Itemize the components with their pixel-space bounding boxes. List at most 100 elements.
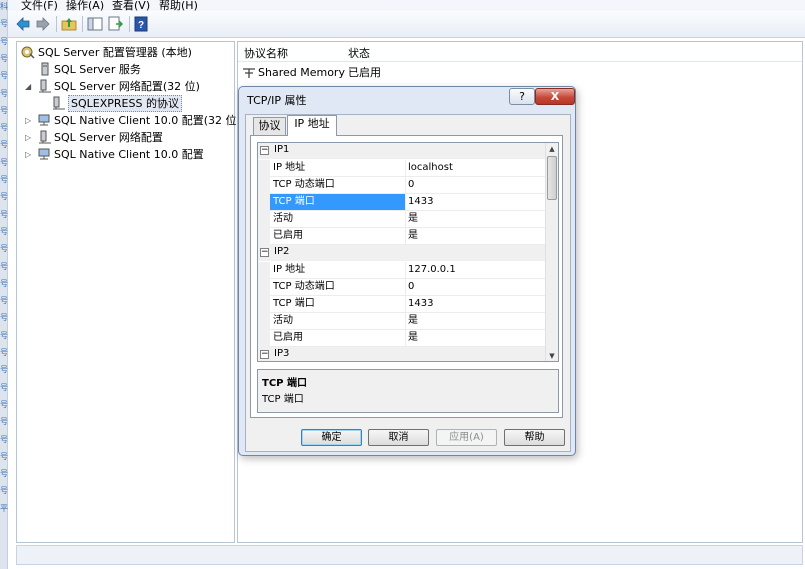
tab-ip-addresses[interactable]: IP 地址 bbox=[287, 115, 337, 136]
property-value[interactable]: 127.0.0.1 bbox=[408, 262, 547, 278]
show-hide-tree-icon[interactable] bbox=[87, 16, 103, 32]
up-folder-icon[interactable] bbox=[61, 16, 77, 32]
property-row[interactable]: 已启用是 bbox=[258, 228, 547, 245]
list-row[interactable]: Shared Memory 已启用 bbox=[238, 64, 802, 81]
menu-action[interactable]: 操作(A) bbox=[66, 0, 104, 11]
tree-item-native-client[interactable]: ▷ SQL Native Client 10.0 配置 bbox=[20, 146, 230, 163]
menu-help[interactable]: 帮助(H) bbox=[159, 0, 198, 11]
expand-triangle-icon[interactable]: ▷ bbox=[25, 112, 34, 129]
property-value[interactable]: 是 bbox=[408, 228, 547, 244]
column-header-status[interactable]: 状态 bbox=[348, 45, 370, 61]
desktop-edge-glyph: 号 bbox=[0, 417, 8, 427]
property-row[interactable]: 活动是 bbox=[258, 211, 547, 228]
tree-item-label: SQL Native Client 10.0 配置(32 位) bbox=[54, 114, 241, 127]
tree-item-label: SQLEXPRESS 的协议 bbox=[68, 95, 182, 112]
desktop-edge-glyph: 号 bbox=[0, 365, 8, 375]
desktop-edge-glyph: 号 bbox=[0, 123, 8, 133]
column-header-protocol-name[interactable]: 协议名称 bbox=[244, 45, 288, 61]
toolbar-separator bbox=[129, 16, 130, 32]
collapse-box-icon[interactable]: − bbox=[260, 350, 269, 359]
help-book-icon[interactable]: ? bbox=[133, 16, 149, 32]
property-value[interactable]: localhost bbox=[408, 160, 547, 176]
tab-protocol[interactable]: 协议 bbox=[253, 117, 286, 135]
desktop-edge-glyph: 号 bbox=[0, 244, 8, 254]
expand-triangle-icon[interactable]: ▷ bbox=[25, 129, 34, 146]
dialog-title: TCP/IP 属性 bbox=[247, 94, 307, 107]
category-row-ip3[interactable]: − IP3 bbox=[258, 347, 547, 361]
collapse-box-icon[interactable]: − bbox=[260, 248, 269, 257]
tree-item-native-client-32[interactable]: ▷ SQL Native Client 10.0 配置(32 位) bbox=[20, 112, 241, 129]
status-bar bbox=[16, 545, 803, 565]
desktop-edge-glyph: 号 bbox=[0, 157, 8, 167]
network-config-icon bbox=[39, 130, 51, 144]
property-row[interactable]: IP 地址 127.0.0.1 bbox=[258, 262, 547, 279]
forward-arrow-icon[interactable] bbox=[35, 16, 51, 32]
category-row-ip1[interactable]: − IP1 bbox=[258, 143, 547, 159]
category-name: IP2 bbox=[274, 246, 290, 257]
property-value[interactable]: 0 bbox=[408, 279, 547, 295]
property-name: 已启用 bbox=[270, 228, 406, 244]
back-arrow-icon[interactable] bbox=[15, 16, 31, 32]
property-value[interactable]: 1433 bbox=[408, 296, 547, 312]
desktop-edge-glyph: 号 bbox=[0, 486, 8, 496]
desktop-edge-glyph: 号 bbox=[0, 434, 8, 444]
protocol-status: 已启用 bbox=[348, 66, 381, 79]
property-row-margin bbox=[258, 177, 270, 194]
list-header: 协议名称 状态 bbox=[238, 42, 802, 62]
collapse-box-icon[interactable]: − bbox=[260, 146, 269, 155]
property-row-margin bbox=[258, 228, 270, 245]
desktop-edge-glyph: 号 bbox=[0, 451, 8, 461]
dialog-help-button[interactable]: ? bbox=[509, 88, 535, 105]
protocol-name: Shared Memory bbox=[258, 66, 345, 79]
property-row[interactable]: TCP 端口 1433 bbox=[258, 296, 547, 313]
property-row-margin bbox=[258, 313, 270, 330]
expand-triangle-icon[interactable]: ▷ bbox=[25, 146, 34, 163]
category-row-ip2[interactable]: − IP2 bbox=[258, 245, 547, 261]
desktop-edge-glyph: 号 bbox=[0, 261, 8, 271]
property-row[interactable]: IP 地址 localhost bbox=[258, 160, 547, 177]
desktop-edge-glyph: 号 bbox=[0, 209, 8, 219]
dialog-close-button[interactable]: X bbox=[535, 88, 575, 105]
help-button[interactable]: 帮助 bbox=[504, 429, 565, 446]
property-row[interactable]: 活动是 bbox=[258, 313, 547, 330]
apply-button[interactable]: 应用(A) bbox=[436, 429, 497, 446]
scroll-up-arrow-icon[interactable]: ▲ bbox=[546, 143, 558, 156]
tree-item-label: SQL Server 配置管理器 (本地) bbox=[38, 46, 192, 59]
tree-item-root[interactable]: SQL Server 配置管理器 (本地) bbox=[20, 44, 230, 61]
scroll-down-arrow-icon[interactable]: ▼ bbox=[546, 350, 558, 361]
server-icon bbox=[41, 62, 49, 76]
client-config-icon bbox=[38, 148, 50, 160]
property-name: TCP 端口 bbox=[270, 296, 406, 312]
description-text: TCP 端口 bbox=[262, 394, 304, 405]
property-value[interactable]: 是 bbox=[408, 313, 547, 329]
tree-item-network-config-32[interactable]: ◢ SQL Server 网络配置(32 位) bbox=[20, 78, 230, 95]
property-row[interactable]: TCP 端口 1433 bbox=[258, 194, 547, 211]
property-value[interactable]: 是 bbox=[408, 211, 547, 227]
property-value[interactable]: 0 bbox=[408, 177, 547, 193]
property-name: 活动 bbox=[270, 211, 406, 227]
desktop-edge-glyph: 号 bbox=[0, 71, 8, 81]
property-row-margin bbox=[258, 330, 270, 347]
property-row[interactable]: TCP 动态端口 0 bbox=[258, 279, 547, 296]
tree-item-network-config[interactable]: ▷ SQL Server 网络配置 bbox=[20, 129, 230, 146]
property-row[interactable]: 已启用是 bbox=[258, 330, 547, 347]
desktop-edge-glyph: 号 bbox=[0, 399, 8, 409]
menu-file[interactable]: 文件(F) bbox=[21, 0, 58, 11]
export-list-icon[interactable] bbox=[107, 16, 123, 32]
toolbar-separator bbox=[82, 16, 83, 32]
menu-view[interactable]: 查看(V) bbox=[112, 0, 150, 11]
ok-button[interactable]: 确定 bbox=[301, 429, 362, 446]
tree-item-sqlexpress-protocols[interactable]: SQLEXPRESS 的协议 bbox=[20, 95, 230, 112]
collapse-triangle-icon[interactable]: ◢ bbox=[25, 78, 34, 95]
scroll-thumb[interactable] bbox=[547, 156, 557, 200]
desktop-edge-glyph: 号 bbox=[0, 192, 8, 202]
desktop-edge-glyph: 号 bbox=[0, 140, 8, 150]
desktop-edge-glyph: 号 bbox=[0, 278, 8, 288]
cancel-button[interactable]: 取消 bbox=[368, 429, 429, 446]
property-value[interactable]: 是 bbox=[408, 330, 547, 346]
desktop-edge-glyph: 号 bbox=[0, 53, 8, 63]
property-value[interactable]: 1433 bbox=[408, 194, 547, 210]
property-grid-scrollbar[interactable]: ▲ ▼ bbox=[545, 143, 558, 361]
property-row[interactable]: TCP 动态端口 0 bbox=[258, 177, 547, 194]
tree-item-services[interactable]: SQL Server 服务 bbox=[20, 61, 230, 78]
